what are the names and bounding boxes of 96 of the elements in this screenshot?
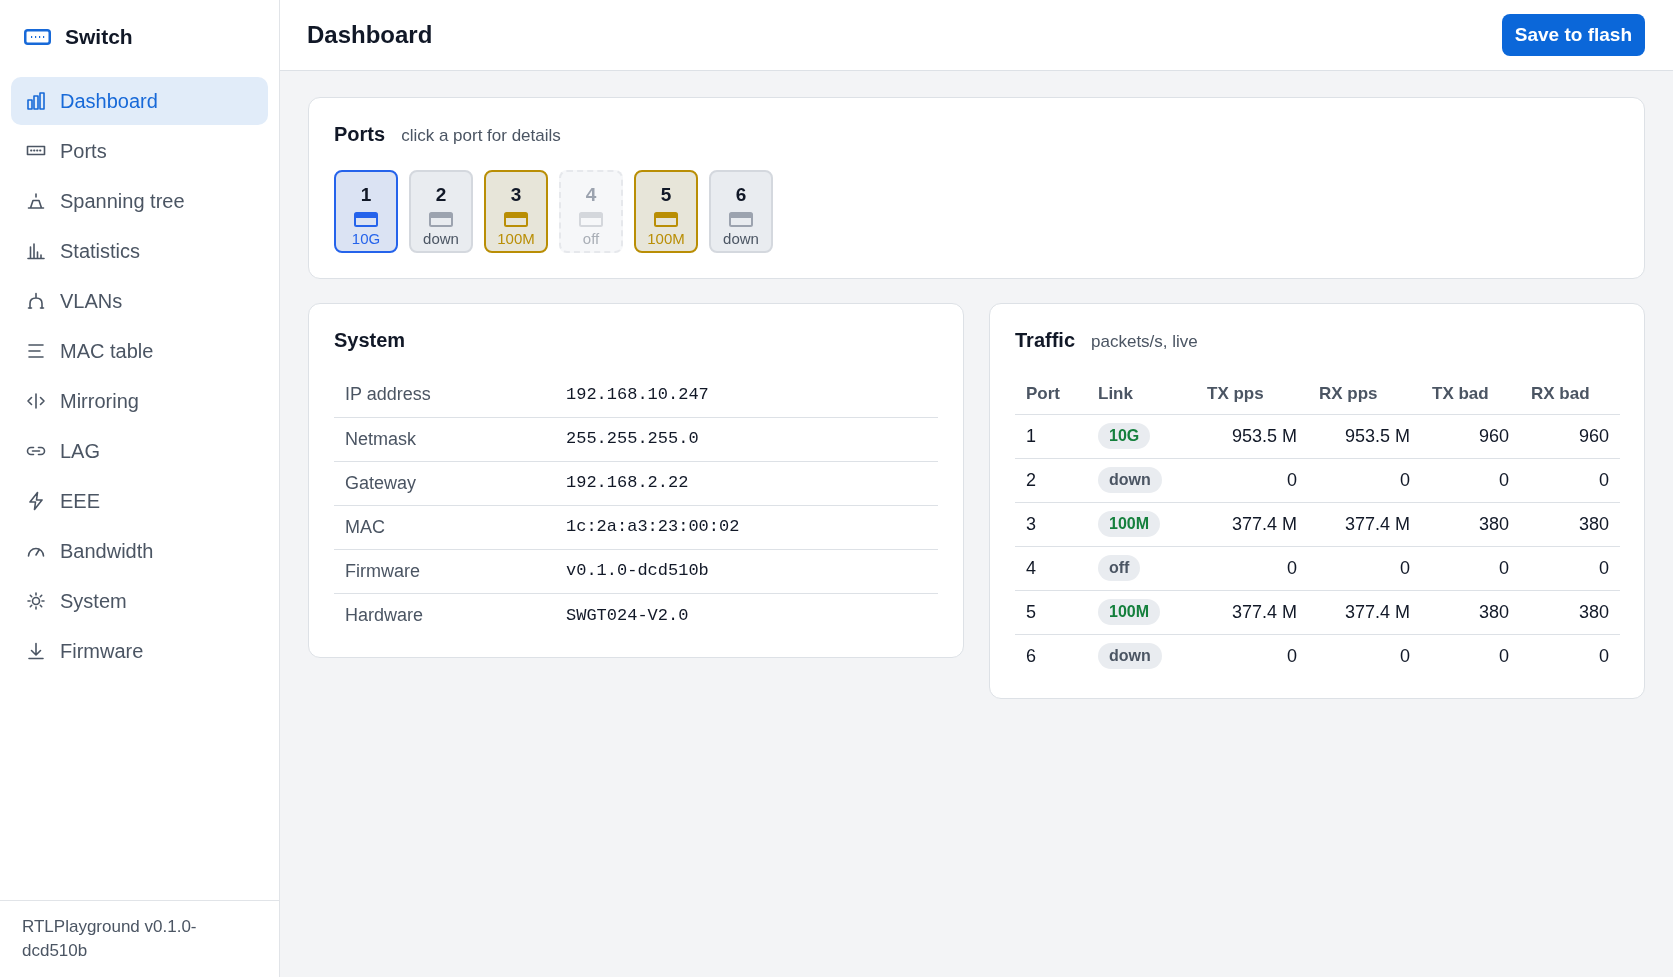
table-cell: 953.5 M <box>1196 414 1308 458</box>
field-value: v0.1.0-dcd510b <box>555 549 938 593</box>
column-header: Port <box>1015 374 1087 414</box>
table-cell: 0 <box>1421 634 1520 678</box>
link-status: off <box>1098 555 1141 581</box>
link-status: down <box>1098 467 1162 493</box>
sidebar-item[interactable]: Mirroring <box>11 377 268 425</box>
field-value: 192.168.2.22 <box>555 461 938 505</box>
table-cell: 0 <box>1520 634 1620 678</box>
table-cell: 0 <box>1520 458 1620 502</box>
port-icon <box>429 212 453 227</box>
field-value: 255.255.255.0 <box>555 417 938 461</box>
table-cell: 0 <box>1308 634 1421 678</box>
version-text: RTLPlayground v0.1.0-dcd510b <box>22 916 198 962</box>
table-cell: 0 <box>1196 546 1308 590</box>
table-cell: 0 <box>1196 458 1308 502</box>
table-cell: 3 <box>1015 502 1087 546</box>
sidebar-item[interactable]: EEE <box>11 477 268 525</box>
table-cell: 0 <box>1308 458 1421 502</box>
brand-name: Switch <box>65 24 133 51</box>
column-header: TX bad <box>1421 374 1520 414</box>
table-cell: 960 <box>1520 414 1620 458</box>
column-header: TX pps <box>1196 374 1308 414</box>
link-status: 10G <box>1098 423 1151 449</box>
card-hint: packets/s, live <box>1091 331 1198 353</box>
sidebar-item[interactable]: VLANs <box>11 277 268 325</box>
port-tile[interactable]: 6 down <box>709 170 773 253</box>
field-label: Firmware <box>334 549 555 593</box>
triangle-icon <box>26 191 46 211</box>
sidebar-item[interactable]: Statistics <box>11 227 268 275</box>
field-value: SWGT024-V2.0 <box>555 593 938 637</box>
table-cell: 377.4 M <box>1196 590 1308 634</box>
sidebar-item[interactable]: Spanning tree <box>11 177 268 225</box>
link-status: 100M <box>1098 511 1161 537</box>
table-cell: 0 <box>1520 546 1620 590</box>
column-header: RX pps <box>1308 374 1421 414</box>
sidebar-item[interactable]: MAC table <box>11 327 268 375</box>
field-value: 1c:2a:a3:23:00:02 <box>555 505 938 549</box>
column-header: RX bad <box>1520 374 1620 414</box>
table-cell: 377.4 M <box>1308 502 1421 546</box>
port-tile[interactable]: 1 10G <box>334 170 398 253</box>
table-cell: 377.4 M <box>1196 502 1308 546</box>
port-tile[interactable]: 3 100M <box>484 170 548 253</box>
list-icon <box>26 341 46 361</box>
link-status: 100M <box>1098 599 1161 625</box>
network-switch-icon <box>24 29 51 45</box>
field-label: IP address <box>334 373 555 417</box>
field-label: Gateway <box>334 461 555 505</box>
page-title: Dashboard <box>307 20 433 50</box>
sidebar-item[interactable]: System <box>11 577 268 625</box>
table-cell: 1 <box>1015 414 1087 458</box>
field-label: Netmask <box>334 417 555 461</box>
port-icon <box>579 212 603 227</box>
table-cell: 380 <box>1421 502 1520 546</box>
table-cell: 0 <box>1308 546 1421 590</box>
port-tile[interactable]: 2 down <box>409 170 473 253</box>
table-cell: 377.4 M <box>1308 590 1421 634</box>
split-arrows-icon <box>26 391 46 411</box>
table-cell: 960 <box>1421 414 1520 458</box>
field-label: Hardware <box>334 593 555 637</box>
sun-icon <box>26 591 46 611</box>
fork-icon <box>26 291 46 311</box>
chart-icon <box>26 241 46 261</box>
port-icon <box>504 212 528 227</box>
port-icon <box>354 212 378 227</box>
link-status: down <box>1098 643 1162 670</box>
port-icon <box>654 212 678 227</box>
save-button[interactable]: Save to flash <box>1501 14 1645 56</box>
sidebar-item[interactable]: Dashboard <box>11 77 268 125</box>
download-icon <box>26 641 46 661</box>
table-cell: 0 <box>1196 634 1308 678</box>
table-cell: 0 <box>1421 458 1520 502</box>
table-cell: 953.5 M <box>1308 414 1421 458</box>
sidebar-item[interactable]: Ports <box>11 127 268 175</box>
table-cell: 380 <box>1421 590 1520 634</box>
table-cell: 2 <box>1015 458 1087 502</box>
table-cell: 380 <box>1520 590 1620 634</box>
lightning-icon <box>26 491 46 511</box>
bar-chart-icon <box>26 91 46 111</box>
field-value: 192.168.10.247 <box>555 373 938 417</box>
table-cell: 5 <box>1015 590 1087 634</box>
sidebar-item[interactable]: Bandwidth <box>11 527 268 575</box>
card-hint: click a port for details <box>401 125 561 147</box>
port-icon <box>729 212 753 227</box>
sidebar-item[interactable]: Firmware <box>11 627 268 675</box>
column-header: Link <box>1087 374 1196 414</box>
card-title: System <box>334 328 407 353</box>
table-cell: 380 <box>1520 502 1620 546</box>
card-title: Ports <box>334 122 386 147</box>
table-cell: 6 <box>1015 634 1087 678</box>
table-cell: 0 <box>1421 546 1520 590</box>
table-cell: 4 <box>1015 546 1087 590</box>
port-tile[interactable]: 5 100M <box>634 170 698 253</box>
sidebar-item[interactable]: LAG <box>11 427 268 475</box>
field-label: MAC <box>334 505 555 549</box>
card-title: Traffic <box>1015 328 1076 353</box>
